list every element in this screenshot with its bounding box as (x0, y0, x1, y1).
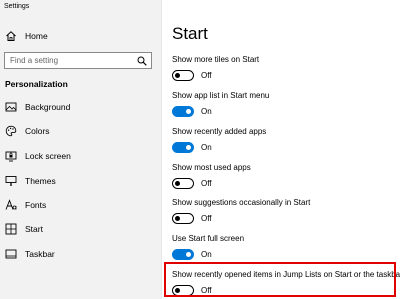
main-content: Start Show more tiles on Start Off Show … (162, 0, 400, 299)
sidebar-item-label: Background (25, 102, 71, 112)
setting-show-suggestions: Show suggestions occasionally in Start O… (172, 198, 310, 224)
sidebar-item-taskbar[interactable]: Taskbar (5, 247, 55, 261)
themes-brush-icon (5, 176, 17, 186)
toggle-switch[interactable] (172, 213, 194, 224)
fonts-icon (5, 199, 17, 210)
sidebar-item-label: Lock screen (25, 151, 71, 161)
search-icon[interactable] (137, 56, 147, 66)
toggle-switch[interactable] (172, 142, 194, 153)
highlight-box (164, 262, 396, 297)
toggle-switch[interactable] (172, 106, 194, 117)
setting-show-more-tiles: Show more tiles on Start Off (172, 55, 259, 81)
setting-start-full-screen: Use Start full screen On (172, 234, 244, 260)
setting-label: Show suggestions occasionally in Start (172, 198, 311, 207)
start-grid-icon (5, 223, 17, 235)
page-title: Start (172, 24, 208, 43)
toggle-state-label: Off (201, 71, 212, 80)
toggle-switch[interactable] (172, 70, 194, 81)
section-title: Personalization (5, 79, 68, 89)
setting-label: Use Start full screen (172, 234, 245, 243)
sidebar-item-start[interactable]: Start (5, 222, 43, 236)
search-box (4, 52, 152, 69)
setting-show-recently-added: Show recently added apps On (172, 127, 266, 153)
sidebar-item-colors[interactable]: Colors (5, 124, 50, 138)
setting-label: Show app list in Start menu (172, 91, 270, 100)
sidebar: Settings Home Personalization Background… (0, 0, 162, 299)
lock-screen-icon (5, 151, 17, 162)
app-title: Settings (4, 3, 30, 10)
setting-label: Show most used apps (172, 163, 251, 172)
image-icon (5, 102, 17, 112)
home-icon (6, 31, 16, 41)
sidebar-item-lock-screen[interactable]: Lock screen (5, 149, 71, 163)
taskbar-icon (5, 249, 17, 259)
palette-icon (5, 125, 17, 137)
sidebar-item-home[interactable]: Home (5, 29, 48, 43)
setting-show-app-list: Show app list in Start menu On (172, 91, 269, 117)
sidebar-item-label: Colors (25, 126, 50, 136)
setting-label: Show more tiles on Start (172, 55, 260, 64)
sidebar-item-label: Taskbar (25, 249, 55, 259)
toggle-switch[interactable] (172, 178, 194, 189)
toggle-state-label: On (201, 143, 212, 152)
sidebar-item-background[interactable]: Background (5, 100, 70, 114)
toggle-state-label: On (201, 107, 212, 116)
sidebar-item-label: Start (25, 224, 43, 234)
sidebar-item-label: Fonts (25, 200, 47, 210)
toggle-state-label: Off (201, 214, 212, 223)
sidebar-item-fonts[interactable]: Fonts (5, 198, 46, 212)
sidebar-item-themes[interactable]: Themes (5, 174, 56, 188)
toggle-state-label: Off (201, 179, 212, 188)
setting-label: Show recently added apps (172, 127, 267, 136)
sidebar-item-label: Themes (25, 176, 56, 186)
search-input[interactable] (5, 56, 130, 65)
toggle-switch[interactable] (172, 249, 194, 260)
sidebar-item-label: Home (25, 31, 48, 41)
toggle-state-label: On (201, 250, 212, 259)
setting-show-most-used: Show most used apps Off (172, 163, 251, 189)
